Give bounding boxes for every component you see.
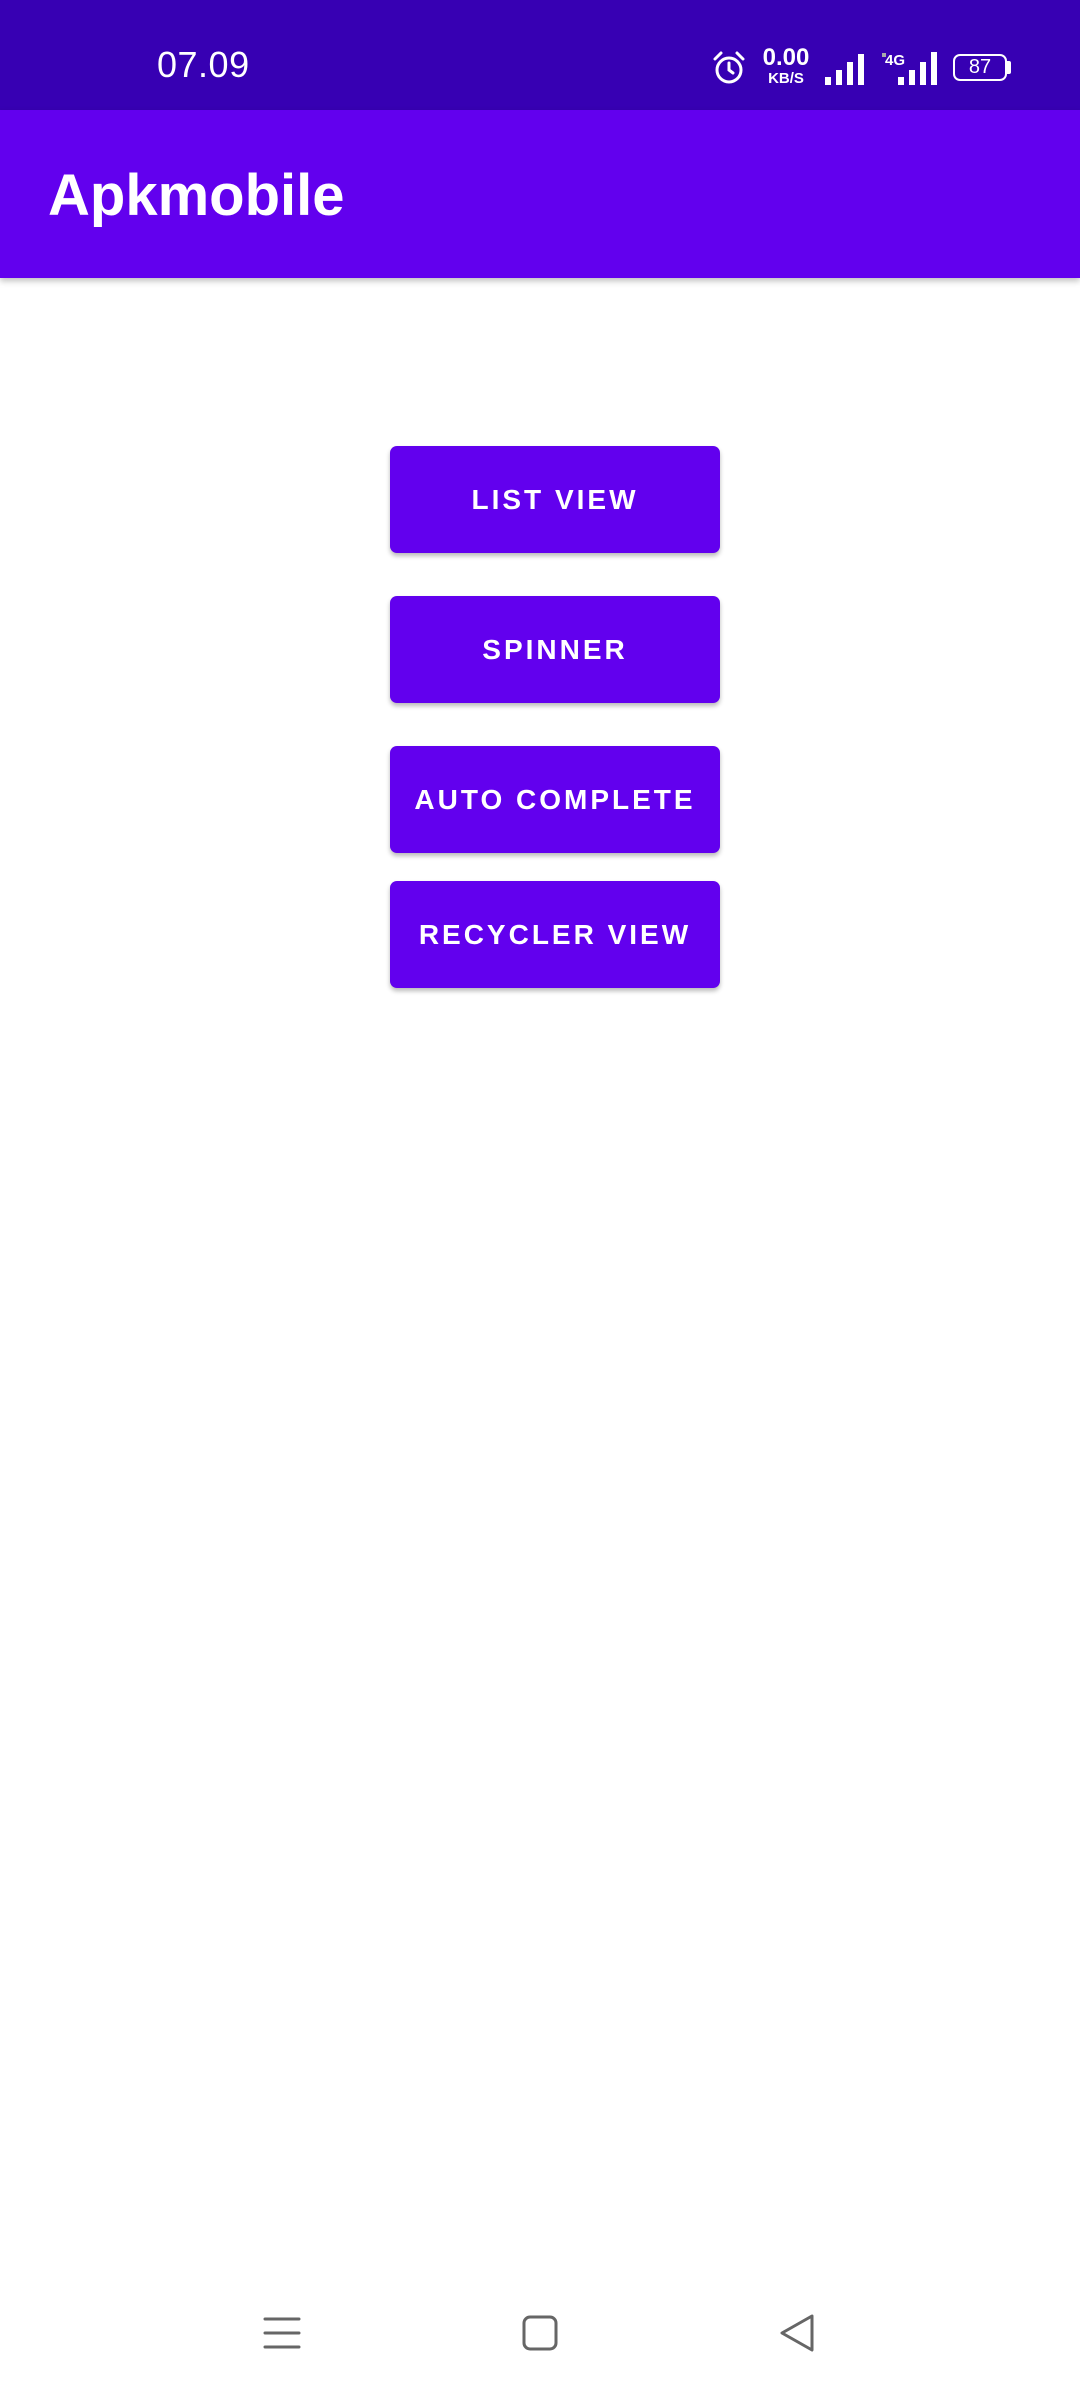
recycler-view-button[interactable]: RECYCLER VIEW [390,881,720,988]
auto-complete-button[interactable]: AUTO COMPLETE [390,746,720,853]
battery-tip [1007,61,1011,74]
app-bar: Apkmobile [0,110,1080,278]
home-icon[interactable] [520,2313,560,2353]
signal-icon [825,54,864,85]
signal-4g-icon [882,52,937,85]
navigation-bar [0,2290,1080,2400]
net-speed-unit: KB/S [768,70,804,87]
list-view-button[interactable]: LIST VIEW [390,446,720,553]
back-icon[interactable] [778,2312,818,2354]
net-speed: 0.00 KB/S [756,44,816,87]
battery-icon: 87 [953,54,1007,81]
status-bar: 07.09 0.00 KB/S 4G 87 [0,0,1080,110]
menu-icon[interactable] [262,2313,302,2353]
spinner-button[interactable]: SPINNER [390,596,720,703]
status-icons: 0.00 KB/S 4G 87 [0,0,1080,110]
net-speed-value: 0.00 [762,44,810,71]
alarm-icon [713,51,745,84]
app-title: Apkmobile [48,163,345,228]
